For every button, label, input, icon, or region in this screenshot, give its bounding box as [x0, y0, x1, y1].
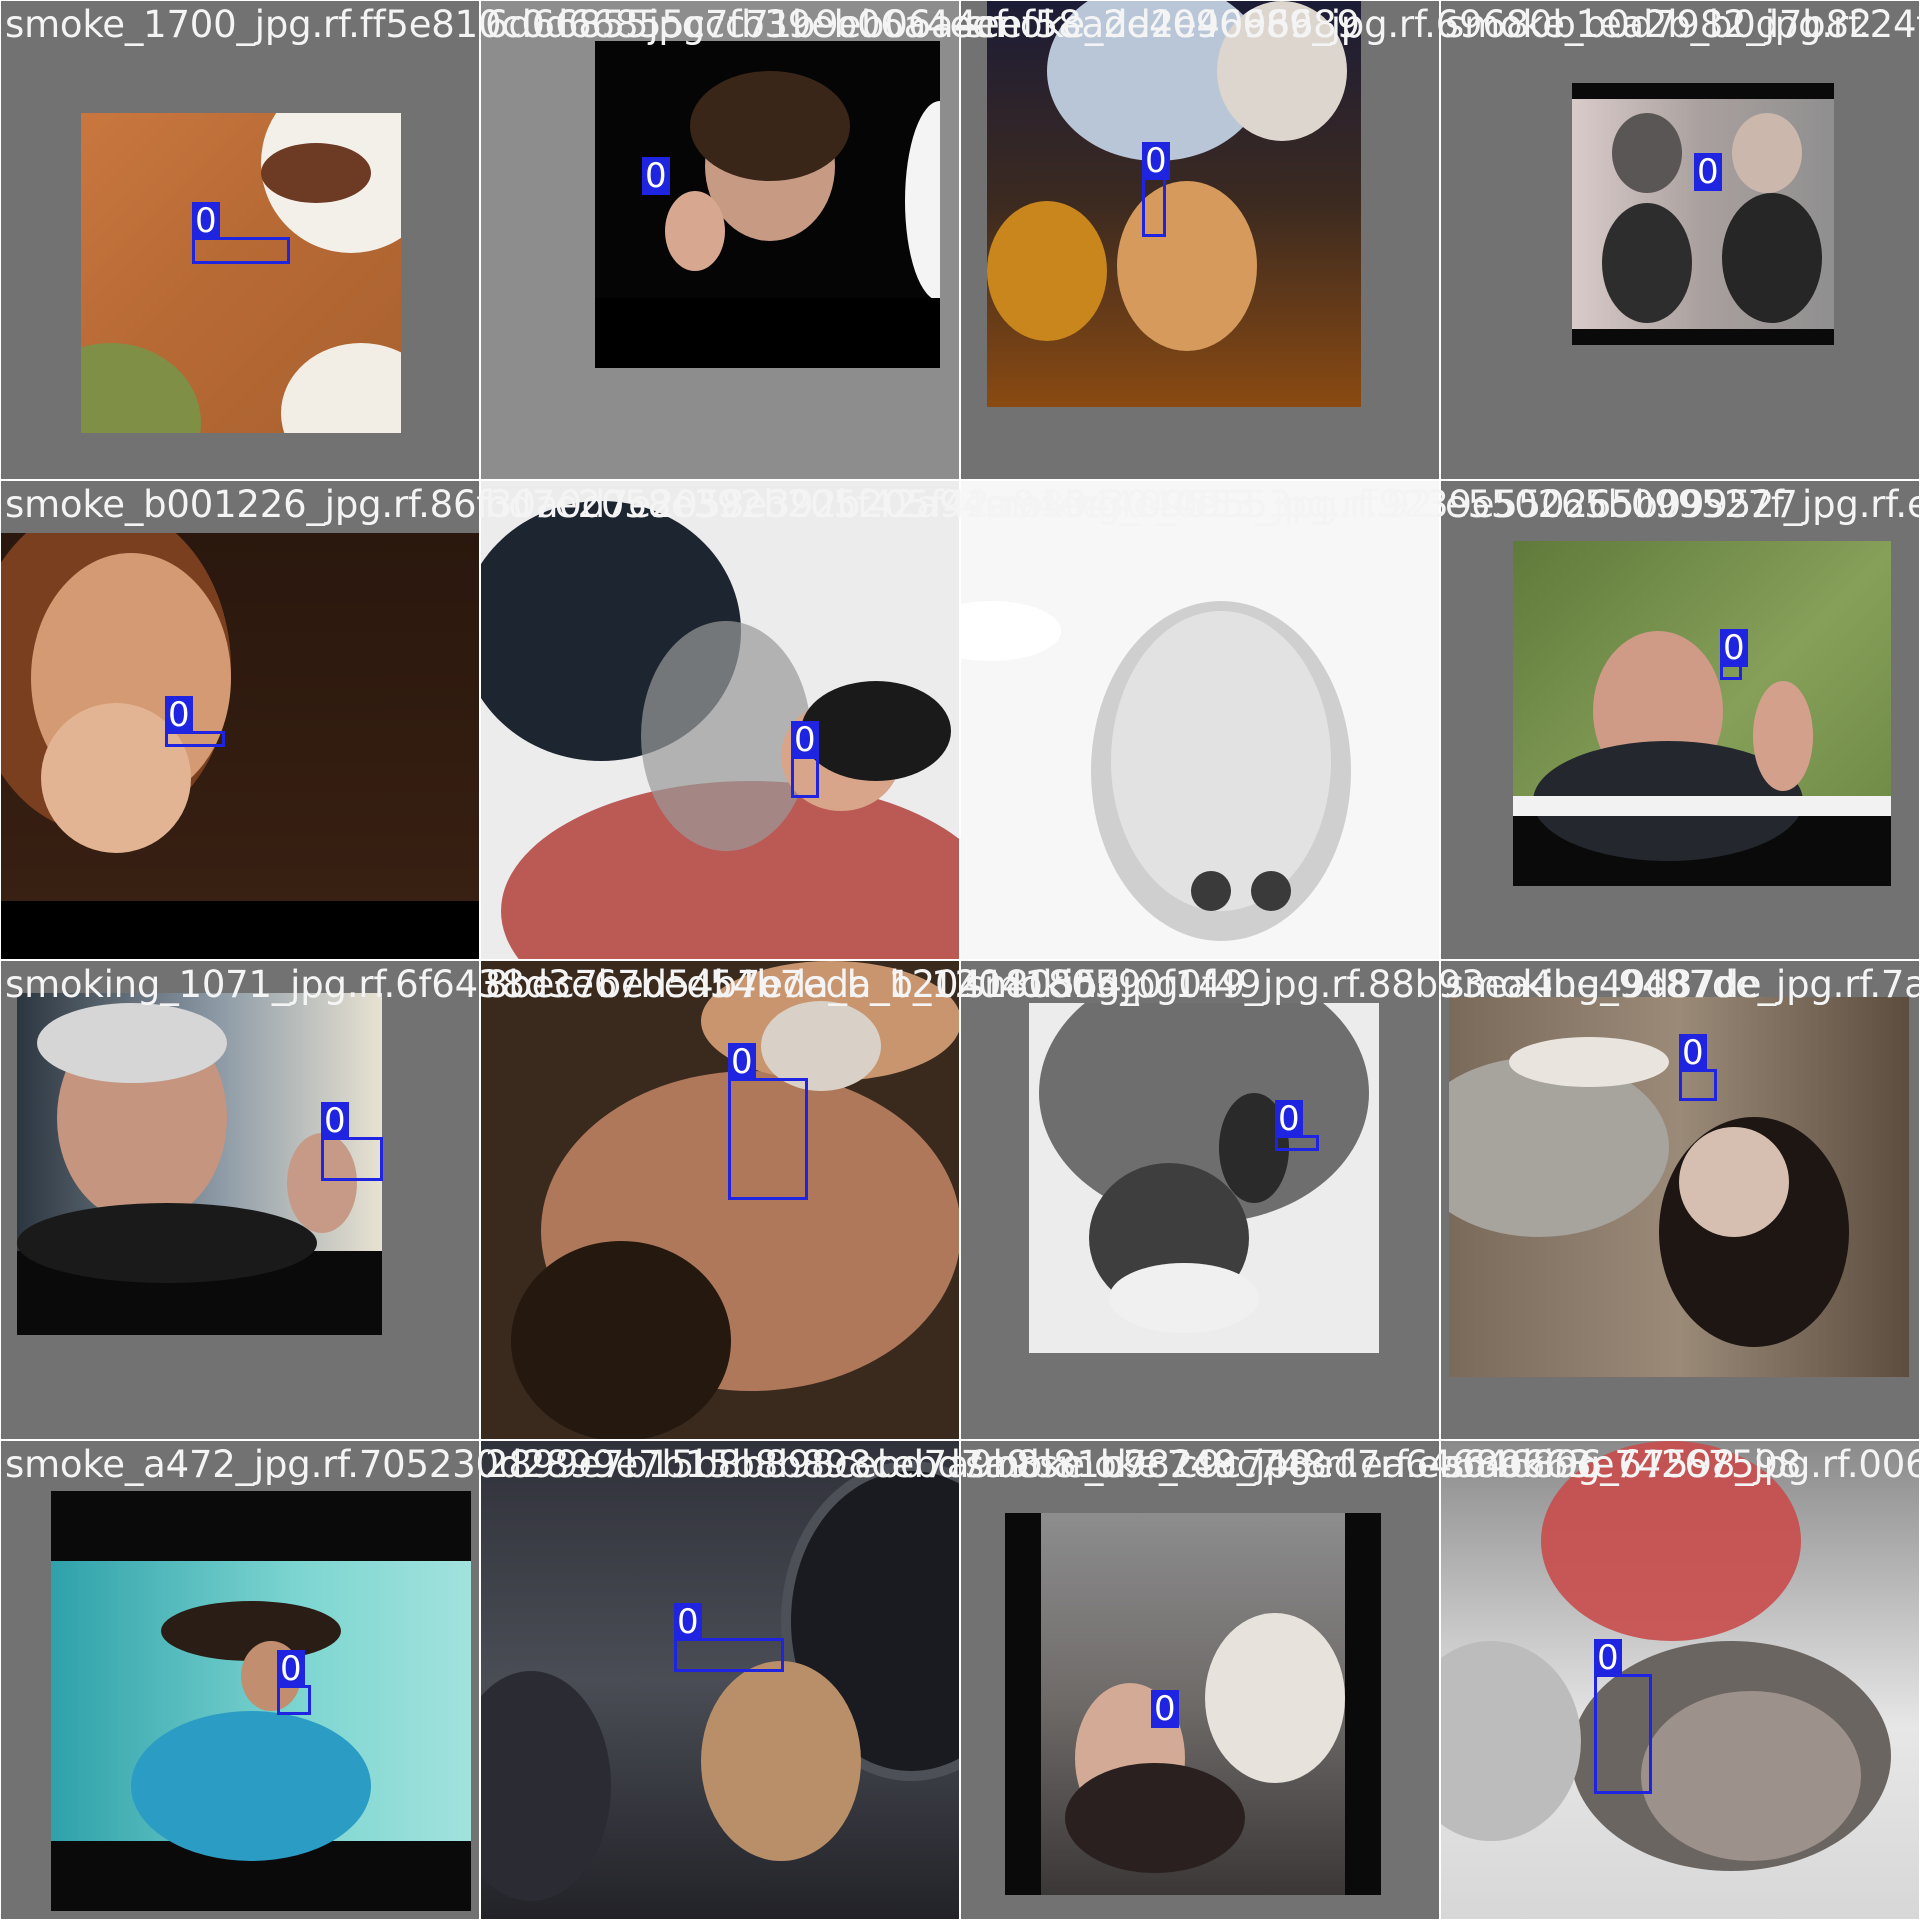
photo-15 [1005, 1513, 1381, 1895]
tile-16: 0 smoking_67598_jpg.rf.0067d [1441, 1441, 1920, 1919]
bbox-11: 0 [1275, 1100, 1319, 1151]
bbox-1: 0 [192, 202, 290, 264]
photo-8 [1513, 541, 1891, 886]
caption-2: 6d66855jpg7fb39eb06a4eef [485, 3, 1008, 46]
detection-grid: 0 smoke_1700_jpg.rf.ff5e810c0d66855ccc71… [0, 0, 1920, 1920]
class-label-6: 0 [791, 721, 819, 759]
photo-2 [595, 41, 940, 368]
class-label-13: 0 [277, 1650, 305, 1688]
bbox-8: 0 [1720, 629, 1748, 680]
class-label-3: 0 [1142, 142, 1170, 180]
bbox-5: 0 [165, 696, 225, 747]
tile-14: 0 2899e7b15b8b898cebd7a9b8smoke_c9c748ed… [481, 1441, 1602, 1919]
class-label-1: 0 [192, 202, 220, 240]
class-label-4: 0 [1694, 153, 1722, 191]
caption-12: smoking_9487de_jpg.rf.7aad1 [1445, 963, 1920, 1006]
tile-11: 0 smoking_0f149_jpg.rf.88b93ea4be49d87de [961, 961, 1761, 1439]
bbox-10: 0 [728, 1043, 808, 1200]
photo-13 [51, 1491, 471, 1911]
photo-1 [81, 113, 401, 433]
caption-8: e550265b099527f_jpg.rf.ef1c [1445, 483, 1920, 526]
photo-6 [481, 481, 959, 959]
photo-3 [987, 1, 1361, 407]
class-label-10: 0 [728, 1043, 756, 1081]
photo-10 [481, 961, 959, 1439]
bbox-12: 0 [1679, 1034, 1717, 1101]
tile-6: 0 bd7e2058e392b205f42a94sm3044e_09553pg.… [481, 481, 1433, 959]
photo-11 [1029, 1003, 1379, 1353]
class-label-16: 0 [1594, 1639, 1622, 1677]
caption-4: smoke_b0d7982_jpg.rf.24f1 [1445, 3, 1920, 46]
tile-9: 0 smoking_1071_jpg.rf.6f6438d3e67bed54b7… [1, 961, 1141, 1439]
class-label-12: 0 [1679, 1034, 1707, 1072]
bbox-3: 0 [1142, 142, 1170, 237]
tile-12: 0 smoking_9487de_jpg.rf.7aad1 [1441, 961, 1920, 1439]
class-label-2: 0 [642, 157, 670, 195]
tile-4: 0 smoke_b0d7982_jpg.rf.24f1 [1441, 1, 1920, 479]
class-label-15: 0 [1151, 1690, 1179, 1728]
photo-16 [1441, 1441, 1919, 1919]
class-label-8: 0 [1720, 629, 1748, 667]
class-label-5: 0 [165, 696, 193, 734]
tile-5: 0 smoke_b001226_jpg.rf.86f30a0d7e2058e39… [1, 481, 1218, 959]
class-label-9: 0 [321, 1102, 349, 1140]
bbox-16: 0 [1594, 1639, 1652, 1794]
tile-15: 0 smoke_c9c748_jpg.rf.ea64689663e7426759… [961, 1441, 1801, 1919]
class-label-11: 0 [1275, 1100, 1303, 1138]
tile-2: 0 6d66855jpg7fb39eb06a4eef [481, 1, 1008, 479]
tile-10: 0 8bec7bed54b7eda_b_1204180554jpg0f49 [481, 961, 1261, 1439]
bbox-6: 0 [791, 721, 819, 798]
photo-5 [1, 533, 479, 959]
tile-7: smoking_09553_jpg.rf.9239e550265b099527 [961, 481, 1798, 959]
caption-16: smoking_67598_jpg.rf.0067d [1445, 1443, 1920, 1486]
tile-8: 0 e550265b099527f_jpg.rf.ef1c [1441, 481, 1920, 959]
class-label-14: 0 [674, 1603, 702, 1641]
photo-4 [1572, 83, 1834, 345]
bbox-9: 0 [321, 1102, 383, 1181]
tile-3: 0 smoke_2e4096689_jpg.rf.69680b1ea2b_b0d… [961, 1, 1872, 479]
photo-14 [481, 1441, 959, 1919]
bbox-13: 0 [277, 1650, 311, 1715]
photo-7 [961, 481, 1439, 959]
tile-1: 0 smoke_1700_jpg.rf.ff5e810c0d66855ccc71… [1, 1, 1360, 479]
bbox-14: 0 [674, 1603, 784, 1672]
tile-13: 0 smoke_a472_jpg.rf.705230d2899e7b15b8b8… [1, 1441, 1327, 1919]
